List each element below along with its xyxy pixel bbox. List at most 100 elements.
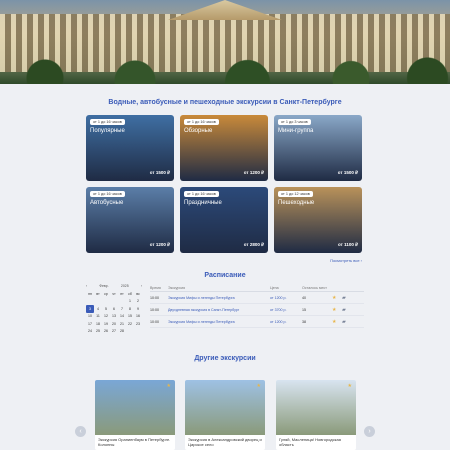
- calendar-day[interactable]: 21: [118, 320, 126, 328]
- tour-card-price: от 1100 ₽: [338, 242, 358, 247]
- calendar-day[interactable]: 17: [86, 320, 94, 328]
- calendar-day[interactable]: 4: [94, 305, 102, 313]
- calendar-day[interactable]: 1: [126, 298, 134, 306]
- calendar-empty: [118, 298, 126, 306]
- tour-card-overview[interactable]: от 1 до 16 часов Обзорные от 1200 ₽: [180, 115, 268, 181]
- other-tour-image: [276, 380, 356, 435]
- row-price: от 1200 р.: [270, 295, 287, 300]
- tour-card-walking[interactable]: от 1 до 12 часов Пешеходные от 1100 ₽: [274, 187, 362, 253]
- calendar-day[interactable]: 28: [118, 328, 126, 336]
- tour-card-popular[interactable]: от 1 до 16 часов Популярные от 1500 ₽: [86, 115, 174, 181]
- star-icon[interactable]: ★: [167, 383, 171, 389]
- calendar-empty: [126, 328, 134, 336]
- duration-badge: от 1 до 16 часов: [90, 191, 125, 197]
- tour-card-name: Популярные: [90, 128, 125, 134]
- calendar-grid: пн вт ср чт пт сб вс 1 2 3 4 5 6 7 8 9 10 11 12 13 14 15 16 17 1…: [86, 290, 142, 335]
- table-row[interactable]: 10:00 Экскурсия Мифы и легенды Петербург…: [150, 316, 364, 328]
- table-row[interactable]: 10:00 Экскурсия Мифы и легенды Петербург…: [150, 292, 364, 304]
- row-tour-link[interactable]: Экскурсия Мифы и легенды Петербурга: [168, 320, 270, 324]
- row-time: 10:00: [150, 319, 159, 324]
- calendar-day[interactable]: 2: [134, 298, 142, 306]
- duration-badge: от 1 до 16 часов: [184, 191, 219, 197]
- header-tour: Экскурсия: [168, 285, 186, 290]
- calendar-day[interactable]: 5: [102, 305, 110, 313]
- header-price: Цена: [270, 285, 279, 290]
- next-month-icon[interactable]: ›: [141, 284, 142, 288]
- tour-card-name: Автобусные: [90, 200, 124, 206]
- calendar-day[interactable]: 13: [110, 313, 118, 321]
- row-seats: 40: [302, 295, 306, 300]
- header-time: Время: [150, 285, 161, 290]
- calendar-day[interactable]: 11: [94, 313, 102, 321]
- row-time: 10:00: [150, 295, 159, 300]
- calendar-day[interactable]: 6: [110, 305, 118, 313]
- weekday-label: пн: [88, 291, 92, 296]
- row-time: 10:00: [150, 307, 159, 312]
- calendar-day[interactable]: 20: [110, 320, 118, 328]
- calendar-day[interactable]: 23: [134, 320, 142, 328]
- weekday-label: пт: [120, 291, 124, 296]
- calendar-day[interactable]: 15: [126, 313, 134, 321]
- other-tour-image: [185, 380, 265, 435]
- calendar-day[interactable]: 16: [134, 313, 142, 321]
- calendar-empty: [110, 298, 118, 306]
- tours-title: Водные, автобусные и пешеходные экскурси…: [108, 99, 342, 106]
- hero-banner: [0, 0, 450, 84]
- prev-month-icon[interactable]: ‹: [86, 284, 87, 288]
- star-icon[interactable]: ★: [257, 383, 261, 389]
- other-tour-image: [95, 380, 175, 435]
- calendar-day[interactable]: 19: [102, 320, 110, 328]
- table-row[interactable]: 10:00 Двухдневная экскурсия в Санкт-Пете…: [150, 304, 364, 316]
- calendar-day[interactable]: 26: [102, 328, 110, 336]
- tour-card-holiday[interactable]: от 1 до 16 часов Праздничные от 2800 ₽: [180, 187, 268, 253]
- calendar-day[interactable]: 18: [94, 320, 102, 328]
- cart-icon[interactable]: ▰: [342, 319, 352, 325]
- calendar-month[interactable]: Февр.: [99, 284, 108, 288]
- header-seats: Осталось мест: [302, 285, 327, 290]
- other-tour-card[interactable]: ★ Экскурсия в Александровский дворец и Ц…: [185, 380, 265, 450]
- chevron-right-icon[interactable]: ›: [364, 426, 375, 437]
- tour-card-name: Мини-группа: [278, 128, 314, 134]
- other-tour-title: Гуляй, Масленица! Новгородская область: [279, 437, 341, 447]
- trees-image: [0, 54, 450, 84]
- star-icon[interactable]: ★: [332, 307, 342, 313]
- calendar-day[interactable]: 12: [102, 313, 110, 321]
- calendar-day[interactable]: 3: [86, 305, 94, 313]
- tour-card-name: Пешеходные: [278, 200, 315, 206]
- tour-card-bus[interactable]: от 1 до 16 часов Автобусные от 1200 ₽: [86, 187, 174, 253]
- row-tour-link[interactable]: Экскурсия Мифы и легенды Петербурга: [168, 296, 270, 300]
- calendar-year[interactable]: 2025: [121, 284, 129, 288]
- other-tour-card[interactable]: ★ Экскурсия Ораниенбаум в Петербурге. Ко…: [95, 380, 175, 450]
- calendar-day[interactable]: 27: [110, 328, 118, 336]
- calendar-day[interactable]: 10: [86, 313, 94, 321]
- view-all-link[interactable]: Посмотреть все ›: [330, 258, 362, 263]
- calendar-day[interactable]: 8: [126, 305, 134, 313]
- calendar-day[interactable]: 7: [118, 305, 126, 313]
- duration-badge: от 1 до 12 часов: [278, 191, 313, 197]
- calendar-day[interactable]: 25: [94, 328, 102, 336]
- schedule-title: Расписание: [204, 272, 246, 279]
- calendar-day[interactable]: 22: [126, 320, 134, 328]
- star-icon[interactable]: ★: [332, 295, 342, 301]
- calendar-day[interactable]: 24: [86, 328, 94, 336]
- weekday-label: сб: [128, 291, 132, 296]
- tour-cards: от 1 до 16 часов Популярные от 1500 ₽ от…: [86, 115, 364, 255]
- calendar-day[interactable]: 14: [118, 313, 126, 321]
- other-tour-card[interactable]: ★ Гуляй, Масленица! Новгородская область: [276, 380, 356, 450]
- pediment-image: [168, 0, 282, 20]
- tour-card-price: от 1200 ₽: [243, 170, 264, 175]
- row-seats: 15: [302, 307, 306, 312]
- row-tour-link[interactable]: Двухдневная экскурсия в Санкт-Петербург: [168, 308, 270, 312]
- cart-icon[interactable]: ▰: [342, 307, 352, 313]
- calendar-empty: [134, 328, 142, 336]
- tour-card-price: от 1500 ₽: [149, 170, 170, 175]
- weekday-label: чт: [112, 291, 116, 296]
- star-icon[interactable]: ★: [348, 383, 352, 389]
- other-tours-title: Другие экскурсии: [194, 355, 256, 362]
- calendar-day[interactable]: 9: [134, 305, 142, 313]
- weekday-label: вт: [96, 291, 100, 296]
- star-icon[interactable]: ★: [332, 319, 342, 325]
- chevron-left-icon[interactable]: ‹: [75, 426, 86, 437]
- cart-icon[interactable]: ▰: [342, 295, 352, 301]
- tour-card-mini-group[interactable]: от 1 до 3 часов Мини-группа от 1500 ₽: [274, 115, 362, 181]
